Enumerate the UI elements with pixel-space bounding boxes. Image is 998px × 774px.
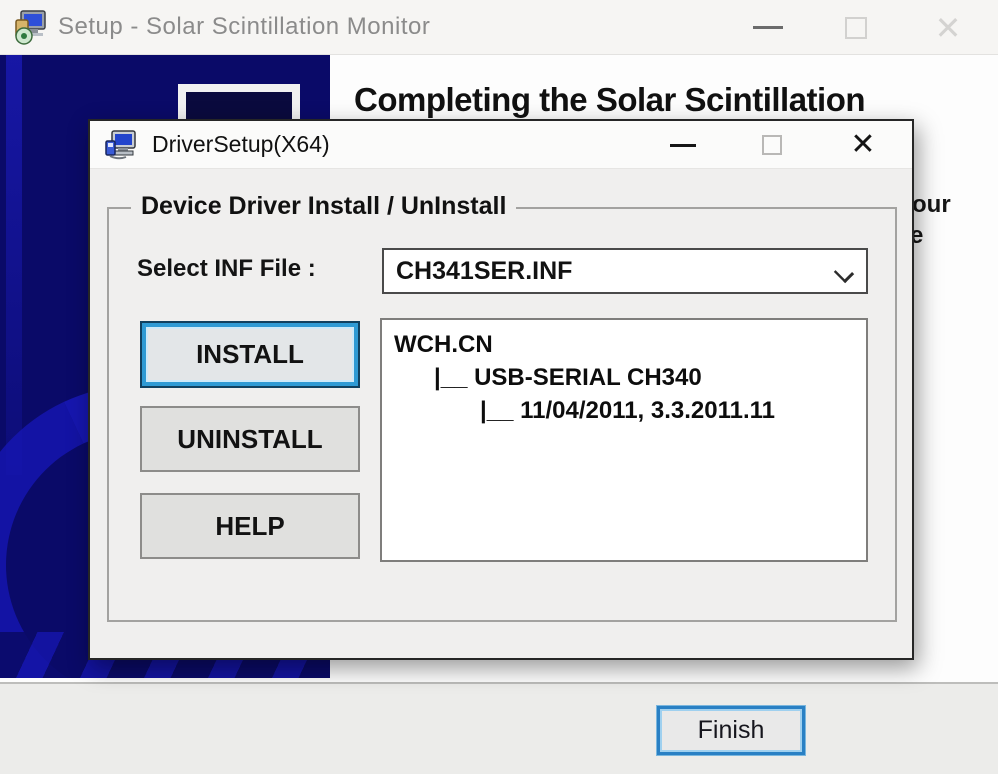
device-driver-group-box: Device Driver Install / UnInstall Select… (107, 192, 897, 622)
help-button[interactable]: HELP (140, 493, 360, 559)
maximize-icon (762, 135, 782, 155)
dialog-close-button[interactable]: ✕ (835, 121, 891, 169)
inf-file-selected-value: CH341SER.INF (396, 256, 573, 285)
main-window-title: Setup - Solar Scintillation Monitor (58, 13, 431, 40)
tree-node-vendor: WCH.CN (394, 331, 493, 358)
main-close-button[interactable]: ✕ (918, 0, 978, 55)
uninstall-button[interactable]: UNINSTALL (140, 406, 360, 472)
driver-setup-icon (105, 130, 136, 160)
group-box-legend: Device Driver Install / UnInstall (131, 192, 517, 221)
minimize-icon (753, 26, 783, 29)
maximize-icon (845, 16, 867, 39)
dialog-titlebar[interactable]: DriverSetup(X64) ✕ (90, 121, 912, 169)
dialog-minimize-button[interactable] (655, 121, 711, 169)
minimize-icon (670, 143, 696, 147)
chevron-down-icon (833, 262, 855, 284)
finish-button[interactable]: Finish (657, 706, 805, 755)
inf-file-combobox[interactable]: CH341SER.INF (382, 248, 868, 294)
main-minimize-button[interactable] (738, 0, 798, 55)
dialog-title: DriverSetup(X64) (152, 131, 330, 157)
dialog-maximize-button[interactable] (744, 121, 800, 169)
clipped-text-fragment: our (912, 191, 951, 218)
wizard-footer: Finish (0, 684, 998, 774)
driver-info-tree[interactable]: WCH.CN |__ USB-SERIAL CH340 |__ 11/04/20… (380, 318, 868, 562)
wizard-art-band (6, 55, 22, 475)
main-window-titlebar: Setup - Solar Scintillation Monitor ✕ (0, 0, 998, 55)
wizard-heading: Completing the Solar Scintillation (354, 81, 866, 118)
tree-node-version: |__ 11/04/2011, 3.3.2011.11 (480, 397, 776, 424)
main-maximize-button[interactable] (826, 0, 886, 55)
driver-setup-dialog: DriverSetup(X64) ✕ Device Driver Install… (88, 119, 914, 660)
select-inf-file-label: Select INF File : (137, 255, 316, 282)
close-icon: ✕ (850, 128, 876, 161)
setup-app-icon (15, 10, 46, 45)
close-icon: ✕ (934, 9, 962, 46)
tree-node-device: |__ USB-SERIAL CH340 (434, 364, 702, 391)
install-button[interactable]: INSTALL (140, 321, 360, 388)
